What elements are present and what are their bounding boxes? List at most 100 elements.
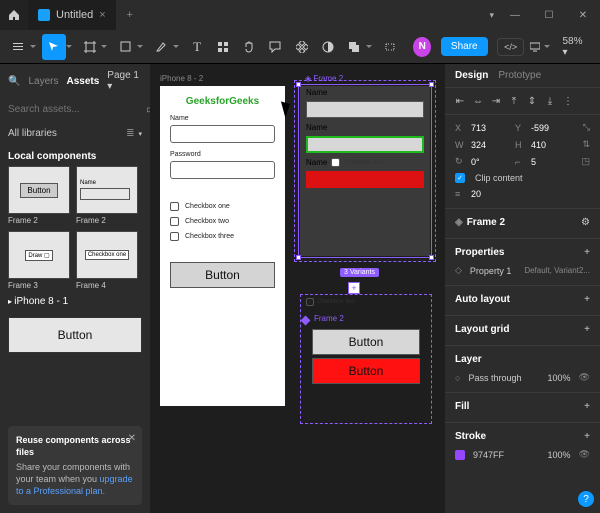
add-icon[interactable]: + xyxy=(584,294,590,305)
component-thumb-large[interactable]: Button xyxy=(8,317,142,353)
component-thumb[interactable]: Checkbox one Frame 4 xyxy=(76,231,138,290)
corner-icon[interactable]: ◳ xyxy=(581,156,590,167)
promo-card: ✕ Reuse components across files Share yo… xyxy=(8,426,142,505)
text-input[interactable] xyxy=(170,125,275,143)
checkbox[interactable]: Checkbox one xyxy=(160,199,285,214)
libraries-dropdown[interactable]: All libraries≣ xyxy=(0,124,150,143)
constrain-icon[interactable]: ⤡ xyxy=(583,122,590,133)
search-assets-input[interactable] xyxy=(8,104,140,115)
align-bottom-icon[interactable]: ⤓ xyxy=(543,94,557,108)
align-top-icon[interactable]: ⤒ xyxy=(507,94,521,108)
link-tool[interactable] xyxy=(378,34,402,60)
file-tab[interactable]: Untitled × xyxy=(28,0,116,30)
checkbox[interactable]: Checkbox three xyxy=(160,229,285,244)
align-vcenter-icon[interactable]: ⇕ xyxy=(525,94,539,108)
pen-tool[interactable] xyxy=(149,34,173,60)
layer-header: Layer xyxy=(455,354,482,365)
button-variant[interactable]: Button xyxy=(312,358,420,384)
window-menu-icon[interactable]: ▾ xyxy=(489,10,498,21)
list-view-icon[interactable]: ≣ xyxy=(126,128,134,139)
hand-tool[interactable] xyxy=(237,34,261,60)
main-menu-button[interactable] xyxy=(6,34,30,60)
user-avatar[interactable]: N xyxy=(413,37,431,57)
radius-input[interactable]: 5 xyxy=(531,157,565,167)
stroke-opacity[interactable]: 100% xyxy=(548,450,571,460)
component-thumb[interactable]: Button Frame 2 xyxy=(8,166,70,225)
comment-tool[interactable] xyxy=(263,34,287,60)
property-value[interactable]: Default, Variant2... xyxy=(524,266,590,275)
shape-tool[interactable] xyxy=(113,34,137,60)
opacity-input[interactable]: 100% xyxy=(548,373,571,383)
dev-mode-button[interactable]: </> xyxy=(497,38,524,56)
pages-dropdown[interactable]: Page 1 ▾ xyxy=(107,70,142,92)
maximize-button[interactable]: ☐ xyxy=(532,0,566,30)
title-bar: Untitled × + ▾ — ☐ ✕ xyxy=(0,0,600,30)
boolean-tool[interactable] xyxy=(342,34,366,60)
w-input[interactable]: 324 xyxy=(471,140,505,150)
artboard-iphone[interactable]: GeeksforGeeks Name Password Checkbox one… xyxy=(160,86,285,406)
property-name[interactable]: Property 1 xyxy=(470,266,512,276)
visibility-icon[interactable]: 👁 xyxy=(579,449,590,460)
component-thumb[interactable]: Draw ▢ Frame 3 xyxy=(8,231,70,290)
toolbar: T N Share </> 58% ▾ xyxy=(0,30,600,64)
blend-mode[interactable]: Pass through xyxy=(468,373,521,383)
component-icon[interactable] xyxy=(290,34,314,60)
prototype-tab[interactable]: Prototype xyxy=(498,70,541,81)
search-icon[interactable]: 🔍 xyxy=(8,76,20,87)
help-button[interactable]: ? xyxy=(578,491,594,507)
checkbox[interactable]: ✓ Checkbox two xyxy=(306,298,355,306)
distribute-icon[interactable]: ⋮ xyxy=(561,94,575,108)
add-icon[interactable]: + xyxy=(584,401,590,412)
blend-icon: ○ xyxy=(455,373,460,383)
assets-tab[interactable]: Assets xyxy=(66,76,99,87)
clip-checkbox[interactable]: ✓ xyxy=(455,173,465,183)
move-tool[interactable] xyxy=(42,34,66,60)
rotation-input[interactable]: 0° xyxy=(471,157,505,167)
stroke-hex[interactable]: 9747FF xyxy=(473,450,504,460)
y-input[interactable]: -599 xyxy=(531,123,565,133)
resources-tool[interactable] xyxy=(211,34,235,60)
label: Name xyxy=(160,113,285,123)
frame-tool[interactable] xyxy=(78,34,102,60)
align-hcenter-icon[interactable]: ⇔ xyxy=(471,94,485,108)
mask-tool[interactable] xyxy=(316,34,340,60)
close-window-button[interactable]: ✕ xyxy=(566,0,600,30)
checkbox[interactable]: Checkbox two xyxy=(160,214,285,229)
frame-name[interactable]: Frame 2 xyxy=(467,217,505,228)
color-swatch[interactable] xyxy=(455,450,465,460)
lock-aspect-icon[interactable]: ⇅ xyxy=(582,139,590,150)
settings-icon[interactable]: ⚙ xyxy=(581,217,590,228)
layer-tree-item[interactable]: iPhone 8 - 1 xyxy=(0,290,150,313)
zoom-level[interactable]: 58% ▾ xyxy=(556,36,594,58)
align-tools: ⇤ ⇔ ⇥ ⤒ ⇕ ⤓ ⋮ xyxy=(445,88,600,115)
tab-title: Untitled xyxy=(56,9,93,21)
add-variant-button[interactable]: + xyxy=(348,282,360,294)
button[interactable]: Button xyxy=(170,262,275,288)
present-button[interactable] xyxy=(526,34,544,60)
variant-icon: ◇ xyxy=(455,265,462,276)
add-icon[interactable]: + xyxy=(584,431,590,442)
component-thumb[interactable]: Name Frame 2 xyxy=(76,166,138,225)
close-tab-icon[interactable]: × xyxy=(99,9,105,21)
home-button[interactable] xyxy=(0,0,28,30)
close-icon[interactable]: ✕ xyxy=(128,432,136,446)
design-tab[interactable]: Design xyxy=(455,70,488,81)
h-input[interactable]: 410 xyxy=(531,140,565,150)
add-icon[interactable]: + xyxy=(584,247,590,258)
gap-input[interactable]: 20 xyxy=(471,189,505,199)
minimize-button[interactable]: — xyxy=(498,0,532,30)
x-input[interactable]: 713 xyxy=(471,123,505,133)
frame-label[interactable]: iPhone 8 - 2 xyxy=(160,74,203,83)
align-right-icon[interactable]: ⇥ xyxy=(489,94,503,108)
layers-tab[interactable]: Layers xyxy=(28,76,58,87)
text-tool[interactable]: T xyxy=(185,34,209,60)
text-input[interactable] xyxy=(170,161,275,179)
button-variant[interactable]: Button xyxy=(312,329,420,355)
canvas[interactable]: iPhone 8 - 2 GeeksforGeeks Name Password… xyxy=(150,64,445,513)
align-left-icon[interactable]: ⇤ xyxy=(453,94,467,108)
add-icon[interactable]: + xyxy=(584,324,590,335)
share-button[interactable]: Share xyxy=(441,37,488,56)
visibility-icon[interactable]: 👁 xyxy=(579,372,590,383)
promo-title: Reuse components across files xyxy=(16,434,134,458)
new-tab-button[interactable]: + xyxy=(116,9,144,21)
